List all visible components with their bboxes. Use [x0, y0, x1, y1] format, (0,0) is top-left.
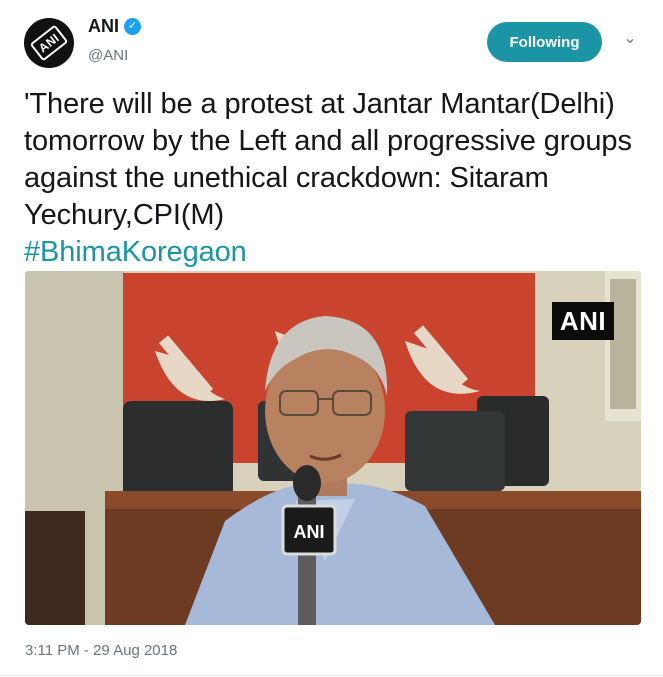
author-handle[interactable]: @ANI [88, 47, 128, 64]
author-name-row: ANI ✓ [88, 16, 141, 37]
photo-scene: ANI [25, 271, 641, 625]
ani-logo-icon: ANI [29, 24, 69, 62]
hashtag-link[interactable]: #BhimaKoregaon [24, 234, 644, 271]
tweet-timestamp[interactable]: 3:11 PM - 29 Aug 2018 [25, 642, 177, 659]
chevron-down-icon[interactable]: ⌄ [621, 30, 639, 48]
tweet-body: 'There will be a protest at Jantar Manta… [24, 88, 632, 231]
author-display-name[interactable]: ANI [88, 16, 119, 37]
verified-badge-icon: ✓ [124, 18, 141, 35]
following-button[interactable]: Following [487, 22, 602, 62]
tweet-card: ANI ANI ✓ @ANI Following ⌄ 'There will b… [0, 0, 663, 677]
tweet-photo[interactable]: ANI ANI [25, 271, 641, 625]
ani-watermark: ANI [552, 302, 614, 340]
tweet-text: 'There will be a protest at Jantar Manta… [24, 86, 644, 271]
divider [0, 675, 663, 676]
mic-label: ANI [294, 522, 325, 542]
avatar[interactable]: ANI [24, 18, 74, 68]
